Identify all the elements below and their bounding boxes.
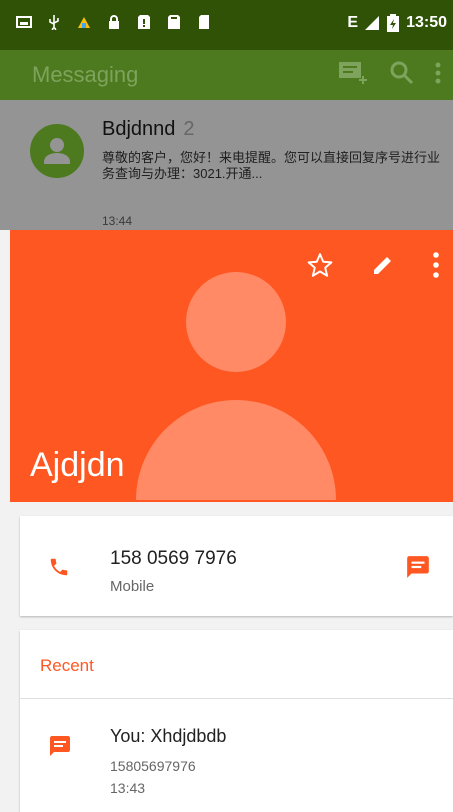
screenshot-icon <box>16 16 32 28</box>
phone-icon <box>50 558 68 576</box>
sd-card-icon <box>168 15 180 29</box>
app-title: Messaging <box>32 62 139 87</box>
avatar <box>30 124 84 178</box>
conversation-count: 2 <box>183 118 195 140</box>
recent-card: Recent You: Xhdjdbdb 15805697976 13:43 <box>20 630 453 812</box>
phone-type: Mobile <box>110 578 155 595</box>
phone-card[interactable]: 158 0569 7976 Mobile <box>20 516 453 616</box>
star-icon[interactable] <box>307 252 333 278</box>
message-icon[interactable] <box>405 554 431 580</box>
status-right: E 13:50 <box>347 14 447 32</box>
new-message-icon[interactable] <box>339 60 369 86</box>
recent-message: You: Xhdjdbdb <box>110 726 227 746</box>
conversation-time: 13:44 <box>102 214 133 228</box>
recent-title: Recent <box>40 656 94 675</box>
sd-card-icon-2 <box>199 15 209 29</box>
messaging-app-background: Messaging Bdjdnnd 2 尊敬的客户，您好！来电提醒。您可以直接回复… <box>0 50 453 230</box>
person-icon <box>44 138 70 164</box>
more-options-icon[interactable] <box>433 252 439 278</box>
divider <box>20 698 453 699</box>
status-bar: E 13:50 <box>0 0 453 50</box>
conversation-sender: Bdjdnnd <box>102 118 176 140</box>
recent-time: 13:43 <box>110 780 146 796</box>
cleaner-icon <box>78 17 90 28</box>
battery-icon <box>387 14 400 32</box>
usb-icon <box>49 15 59 30</box>
contact-header: Ajdjdn <box>10 230 453 502</box>
sd-alert-icon <box>138 15 150 29</box>
contact-name: Ajdjdn <box>30 446 125 484</box>
search-icon[interactable] <box>389 60 415 86</box>
signal-icon <box>365 16 380 30</box>
contact-photo-placeholder-head <box>186 272 286 372</box>
notification-icons <box>16 14 212 30</box>
messaging-app-bar: Messaging <box>0 50 453 100</box>
lock-icon <box>109 15 119 29</box>
app-actions <box>339 60 441 86</box>
edit-icon[interactable] <box>371 253 395 277</box>
phone-number: 158 0569 7976 <box>110 548 237 569</box>
conversation-list: Bdjdnnd 2 尊敬的客户，您好！来电提醒。您可以直接回复序号进行业务查询与办… <box>0 100 453 230</box>
contact-actions <box>307 252 439 278</box>
recent-number: 15805697976 <box>110 758 196 774</box>
network-type: E <box>347 14 359 31</box>
contact-details: 158 0569 7976 Mobile Recent You: Xhdjdbd… <box>10 502 453 812</box>
contact-photo-placeholder-body <box>136 400 336 500</box>
message-icon <box>50 736 70 756</box>
clock: 13:50 <box>406 14 447 31</box>
conversation-snippet: 尊敬的客户，您好！来电提醒。您可以直接回复序号进行业务查询与办理：3021.开通… <box>102 150 441 181</box>
more-options-icon[interactable] <box>435 62 441 84</box>
conversation-name: Bdjdnnd 2 <box>102 118 195 141</box>
